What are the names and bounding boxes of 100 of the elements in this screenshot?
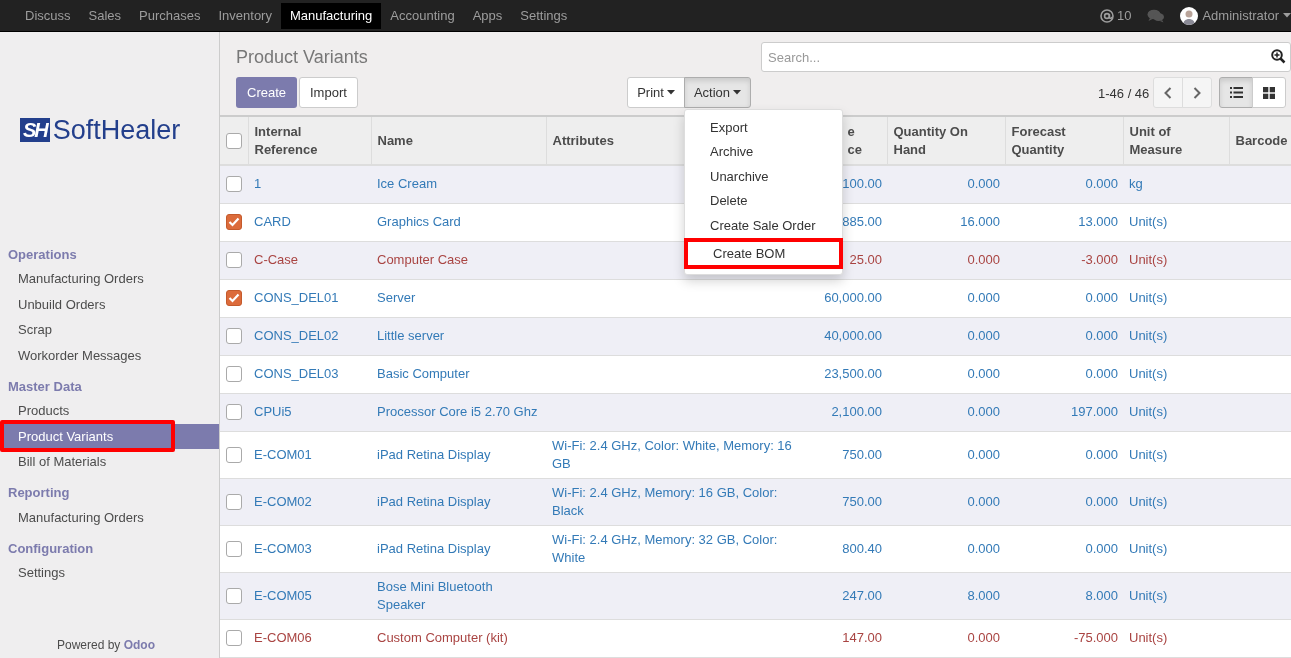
table-cell: C-Case: [254, 252, 299, 267]
sidebar-heading: Configuration: [7, 539, 95, 558]
sidebar-item[interactable]: Manufacturing Orders: [0, 266, 219, 292]
sidebar-item[interactable]: Workorder Messages: [0, 342, 219, 368]
action-button[interactable]: Action: [684, 77, 751, 108]
sidebar-item[interactable]: Settings: [0, 560, 219, 586]
import-button[interactable]: Import: [299, 77, 358, 108]
row-checkbox[interactable]: [226, 366, 242, 382]
table-cell: 0.000: [967, 290, 1000, 305]
row-checkbox[interactable]: [226, 587, 242, 604]
menu-item[interactable]: Create Sale Order: [685, 213, 842, 238]
table-cell: 8.000: [1085, 587, 1118, 603]
table-cell: 750.00: [842, 493, 882, 509]
page-title: Product Variants: [236, 46, 368, 69]
table-cell: E-COM01: [254, 446, 312, 462]
table-cell: 0.000: [1085, 176, 1118, 192]
table-cell: 0.000: [1085, 540, 1118, 556]
menu-item[interactable]: Delete: [685, 188, 842, 214]
table-cell: Unit(s): [1129, 290, 1168, 305]
menu-item[interactable]: Export: [685, 115, 842, 140]
table-cell: 247.00: [842, 587, 882, 603]
user-menu[interactable]: Administrator: [1202, 5, 1279, 26]
next-page-icon[interactable]: [1182, 77, 1212, 108]
sidebar-item[interactable]: Unbuild Orders: [0, 291, 219, 317]
table-cell: 2,100.00: [831, 404, 882, 419]
row-checkbox[interactable]: [226, 214, 242, 230]
table-cell: CONS_DEL01: [254, 290, 339, 305]
list-view-icon[interactable]: [1219, 77, 1253, 108]
table-cell: Unit(s): [1129, 328, 1168, 343]
table-cell: 25.00: [849, 252, 882, 267]
app-menu-item[interactable]: Inventory: [209, 2, 281, 29]
app-menu-item[interactable]: Manufacturing: [280, 2, 382, 29]
column-header[interactable]: e ce: [847, 122, 864, 159]
mention-count: 10: [1116, 6, 1132, 25]
row-checkbox[interactable]: [226, 493, 242, 510]
print-button[interactable]: Print: [627, 77, 685, 108]
select-all-checkbox[interactable]: [226, 132, 242, 149]
table-cell: iPad Retina Display: [377, 446, 491, 462]
table-cell: 0.000: [967, 366, 1000, 381]
grid-view-icon[interactable]: [1252, 77, 1286, 108]
table-cell: 1: [254, 176, 262, 192]
table-cell: CONS_DEL03: [254, 366, 339, 381]
sidebar-item[interactable]: Products: [0, 398, 219, 424]
create-button[interactable]: Create: [236, 77, 298, 108]
table-cell: Server: [377, 290, 416, 305]
row-checkbox[interactable]: [226, 404, 242, 420]
app-menu-item[interactable]: Apps: [463, 2, 512, 29]
search-field[interactable]: Search...: [761, 42, 1291, 72]
table-cell: Unit(s): [1129, 252, 1168, 267]
row-checkbox[interactable]: [226, 630, 242, 646]
menu-item[interactable]: Create BOM: [684, 237, 843, 269]
column-header[interactable]: Name: [377, 131, 413, 150]
column-header[interactable]: Internal Reference: [254, 122, 345, 159]
row-checkbox[interactable]: [226, 252, 242, 268]
table-cell: E-COM02: [254, 493, 312, 509]
table-cell: iPad Retina Display: [377, 540, 491, 556]
table-cell: Unit(s): [1129, 366, 1168, 381]
table-cell: 0.000: [1085, 493, 1118, 509]
table-cell: 40,000.00: [824, 328, 882, 343]
app-menu-item[interactable]: Accounting: [381, 2, 464, 29]
table-cell: 0.000: [967, 630, 1000, 645]
table-cell: Graphics Card: [377, 214, 461, 229]
column-header[interactable]: Forecast Quantity: [1011, 122, 1092, 159]
caret-icon: [1283, 13, 1291, 18]
mention-icon[interactable]: [1099, 8, 1114, 23]
menu-item[interactable]: Unarchive: [685, 164, 842, 189]
caret-icon: [666, 90, 675, 95]
sidebar-item[interactable]: Bill of Materials: [0, 449, 219, 475]
row-checkbox[interactable]: [226, 446, 242, 463]
app-menu-item[interactable]: Purchases: [130, 2, 210, 29]
column-header[interactable]: Barcode: [1235, 131, 1288, 150]
table-cell: 0.000: [1085, 366, 1118, 381]
row-checkbox[interactable]: [226, 290, 242, 306]
previous-page-icon[interactable]: [1153, 77, 1183, 108]
sidebar-item[interactable]: Product Variants: [0, 423, 219, 449]
app-menu-item[interactable]: Sales: [79, 2, 131, 29]
row-checkbox[interactable]: [226, 540, 242, 557]
avatar-icon[interactable]: [1180, 6, 1199, 25]
column-header[interactable]: Quantity On Hand: [893, 122, 989, 159]
table-cell: Unit(s): [1129, 540, 1168, 556]
table-cell: 0.000: [967, 446, 1000, 462]
row-checkbox[interactable]: [226, 328, 242, 344]
menu-item[interactable]: Archive: [685, 139, 842, 165]
app-menu-item[interactable]: Settings: [511, 2, 577, 29]
table-cell: Computer Case: [377, 252, 469, 267]
table-cell: 0.000: [967, 328, 1000, 343]
sidebar-item[interactable]: Manufacturing Orders: [0, 504, 219, 530]
row-checkbox[interactable]: [226, 176, 242, 193]
sidebar-item[interactable]: Scrap: [0, 317, 219, 343]
table-cell: 147.00: [842, 630, 882, 645]
column-header[interactable]: Attributes: [552, 131, 614, 150]
sidebar-heading: Operations: [7, 245, 78, 264]
table-cell: -75.000: [1073, 630, 1118, 645]
column-header[interactable]: Unit of Measure: [1129, 122, 1200, 159]
table-cell: Wi-Fi: 2.4 GHz, Memory: 16 GB, Color: Black: [552, 484, 778, 518]
sidebar-heading: Reporting: [7, 484, 71, 502]
app-menu-item[interactable]: Discuss: [16, 2, 80, 29]
search-icon[interactable]: [1271, 49, 1286, 64]
table-cell: E-COM05: [254, 587, 312, 603]
chat-icon[interactable]: [1147, 8, 1166, 23]
